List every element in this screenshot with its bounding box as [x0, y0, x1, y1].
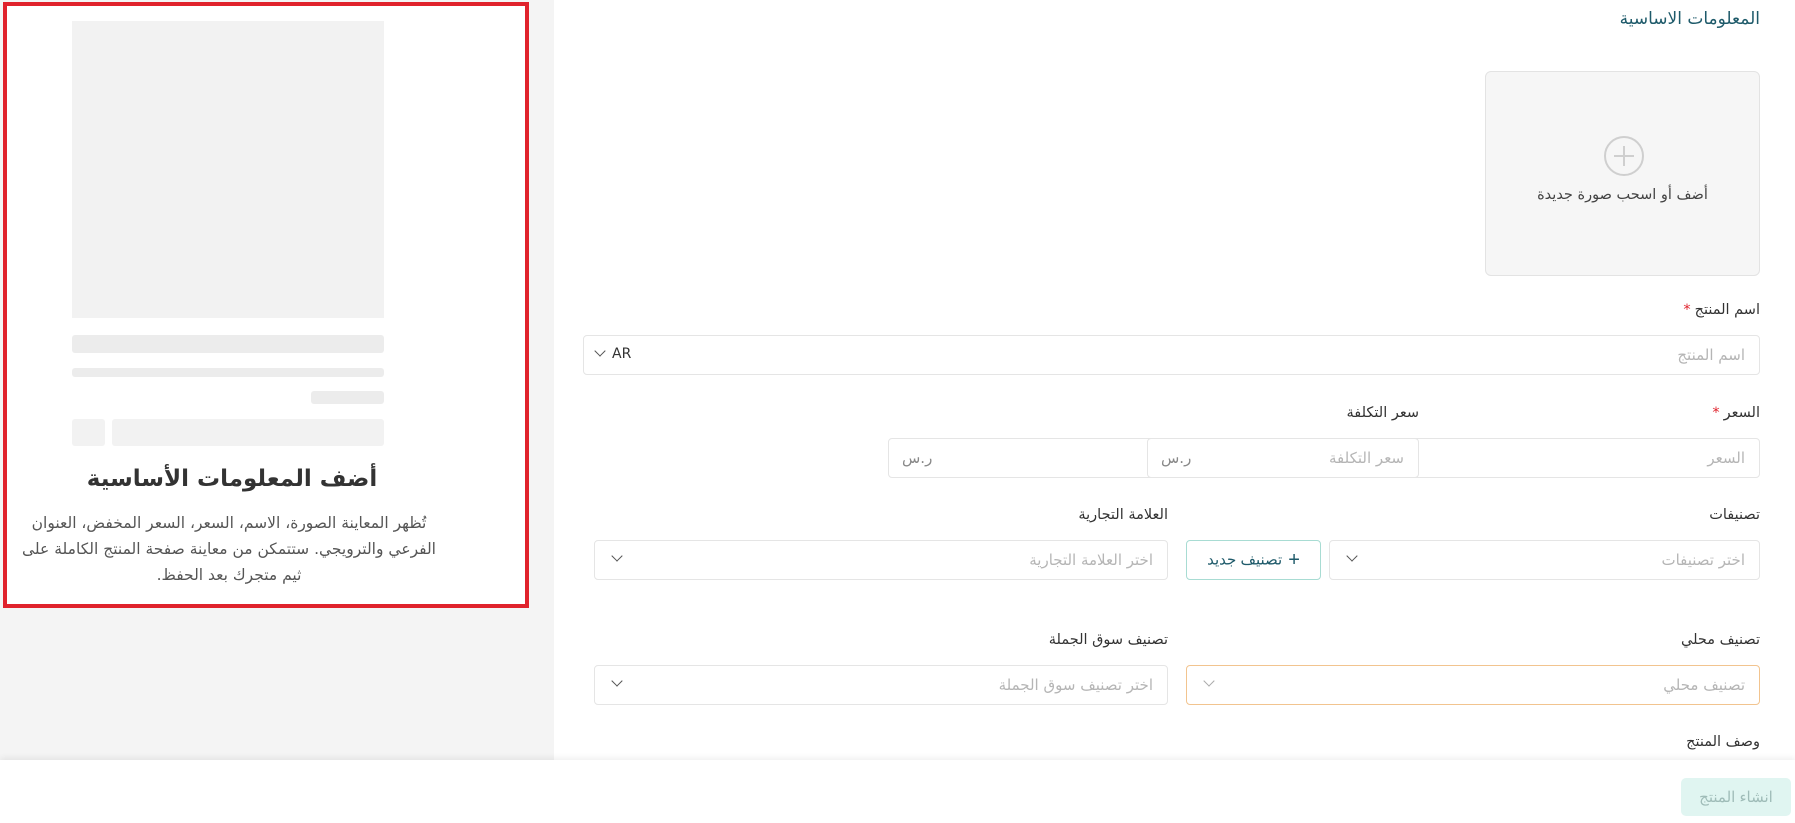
section-title: المعلومات الاساسية: [1619, 9, 1760, 29]
required-mark: *: [1712, 405, 1720, 421]
preview-description: تُظهر المعاينة الصورة، الاسم، السعر، الس…: [22, 514, 436, 584]
product-name-label-text: اسم المنتج: [1694, 302, 1760, 318]
preview-column: أضف المعلومات الأساسية تُظهر المعاينة ال…: [0, 0, 554, 760]
chevron-down-icon: [611, 550, 623, 562]
language-selector[interactable]: AR: [594, 345, 632, 362]
preview-price-placeholder: [311, 391, 384, 404]
preview-subtitle-placeholder: [72, 368, 384, 377]
chevron-down-icon: [611, 675, 623, 687]
language-code: AR: [612, 346, 632, 362]
cost-price-placeholder: سعر التكلفة: [1329, 449, 1404, 467]
upload-label: أضف أو اسحب صورة جديدة: [1537, 187, 1708, 203]
preview-title-placeholder: [72, 335, 384, 353]
brand-select[interactable]: اختر العلامة التجارية: [594, 540, 1168, 580]
price-placeholder: السعر: [1707, 449, 1745, 467]
categories-label: تصنيفات: [1709, 507, 1760, 523]
new-category-button[interactable]: + تصنيف جديد: [1186, 540, 1321, 580]
bottom-action-bar: انشاء المنتج: [0, 760, 1795, 823]
plus-icon: +: [1288, 548, 1300, 571]
preview-quantity-placeholder: [72, 419, 105, 446]
product-name-input[interactable]: اسم المنتج AR: [583, 335, 1760, 375]
wholesale-category-label: تصنيف سوق الجملة: [1048, 632, 1168, 648]
product-name-label: اسم المنتج*: [1683, 302, 1760, 318]
chevron-down-icon: [594, 345, 606, 357]
cost-price-currency: ر.س: [1161, 449, 1192, 467]
new-category-label: تصنيف جديد: [1207, 550, 1283, 568]
image-upload-dropzone[interactable]: أضف أو اسحب صورة جديدة: [1485, 71, 1760, 276]
cost-price-label: سعر التكلفة: [1346, 405, 1420, 421]
chevron-down-icon: [1346, 550, 1358, 562]
preview-image-placeholder: [72, 21, 384, 318]
categories-placeholder: اختر تصنيفات: [1661, 551, 1745, 569]
price-currency: ر.س: [902, 449, 933, 467]
wholesale-category-placeholder: اختر تصنيف سوق الجملة: [998, 676, 1153, 694]
cost-price-input[interactable]: سعر التكلفة ر.س: [1147, 438, 1419, 478]
chevron-down-icon: [1203, 675, 1215, 687]
preview-card: أضف المعلومات الأساسية تُظهر المعاينة ال…: [3, 2, 529, 608]
description-label: وصف المنتج: [1686, 734, 1760, 750]
preview-add-to-cart-placeholder: [112, 419, 384, 446]
required-mark: *: [1683, 302, 1691, 318]
categories-select[interactable]: اختر تصنيفات: [1329, 540, 1760, 580]
local-category-placeholder: تصنيف محلي: [1663, 676, 1745, 694]
local-category-select[interactable]: تصنيف محلي: [1186, 665, 1760, 705]
wholesale-category-select[interactable]: اختر تصنيف سوق الجملة: [594, 665, 1168, 705]
local-category-label: تصنيف محلي: [1681, 632, 1760, 648]
brand-placeholder: اختر العلامة التجارية: [1029, 551, 1153, 569]
product-form: المعلومات الاساسية أضف أو اسحب صورة جديد…: [554, 0, 1795, 760]
price-label-text: السعر: [1723, 405, 1760, 421]
brand-label: العلامة التجارية: [1078, 507, 1168, 523]
create-product-button[interactable]: انشاء المنتج: [1681, 778, 1791, 816]
preview-title: أضف المعلومات الأساسية: [86, 466, 378, 492]
plus-circle-icon: [1604, 136, 1644, 176]
product-name-placeholder: اسم المنتج: [1677, 346, 1745, 364]
price-label: السعر*: [1712, 405, 1760, 421]
